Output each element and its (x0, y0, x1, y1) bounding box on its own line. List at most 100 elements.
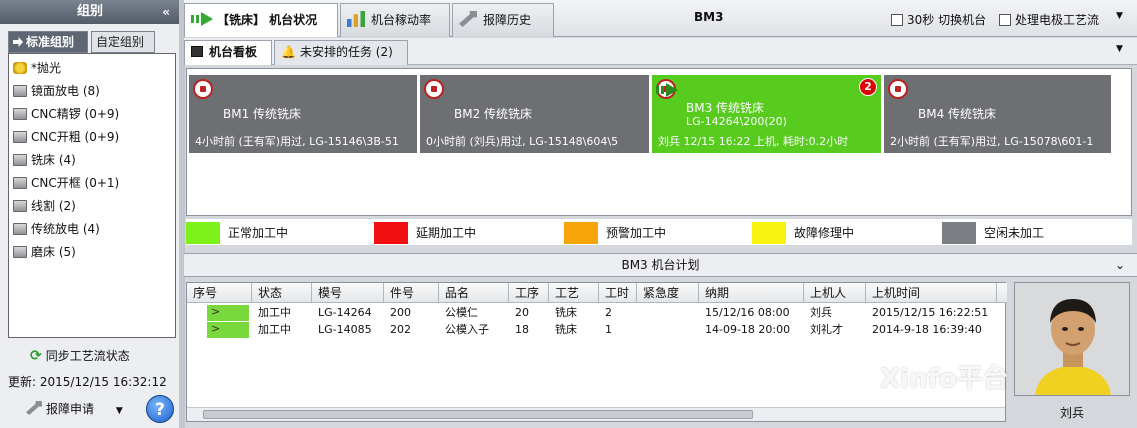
machine-icon (13, 200, 27, 212)
top-menu-arrow[interactable]: ▼ (1116, 11, 1123, 21)
cell-product: 公模入子 (445, 323, 489, 336)
group-item-cnc-rough[interactable]: CNC开粗 (0+9) (13, 127, 119, 147)
machine-last-use: 0小时前 (刘兵)用过, LG-15148\604\5 (426, 135, 619, 148)
monitor-icon (191, 46, 203, 57)
group-item-mirror-edm[interactable]: 镜面放电 (8) (13, 81, 100, 101)
main-tab-bar: 【铣床】 机台状况 机台稼动率 报障历史 BM3 30秒 切换机台 处理电极工艺… (184, 0, 1137, 37)
col-header[interactable]: 工序 (509, 283, 549, 303)
cell-state: 加工中 (258, 306, 291, 319)
bar-chart-icon (347, 11, 365, 27)
col-header[interactable]: 工时 (599, 283, 637, 303)
machine-status-icon (193, 79, 213, 99)
legend-swatch (942, 222, 976, 244)
machine-card-bm2[interactable]: BM2 传统铣床 0小时前 (刘兵)用过, LG-15148\604\5 (420, 75, 649, 153)
col-header[interactable]: 工艺 (549, 283, 599, 303)
legend-label: 预警加工中 (606, 226, 667, 240)
machine-icon (13, 223, 27, 235)
task-count-badge: 2 (859, 78, 877, 96)
update-time: 更新: 2015/12/15 16:32:12 (8, 375, 167, 389)
legend-label: 延期加工中 (416, 226, 477, 240)
legend-label: 正常加工中 (228, 226, 289, 240)
group-item-wire-cut[interactable]: 线割 (2) (13, 196, 76, 216)
group-item-milling[interactable]: 铣床 (4) (13, 150, 76, 170)
col-header[interactable]: 上机人 (804, 283, 866, 303)
arrow-right-icon (191, 12, 213, 26)
group-item-grinder[interactable]: 磨床 (5) (13, 242, 76, 262)
machine-card-bm4[interactable]: BM4 传统铣床 2小时前 (王有军)用过, LG-15078\601-1 (884, 75, 1111, 153)
arrow-right-icon (13, 37, 23, 47)
group-tabs: 标准组别 自定组别 (8, 31, 174, 53)
group-item-label: 铣床 (4) (31, 153, 76, 167)
col-header[interactable]: 纳期 (699, 283, 804, 303)
table-row[interactable]: > 加工中 LG-14085 202 公模入子 18 铣床 1 14-09-18… (187, 322, 1007, 338)
group-item-label: *抛光 (31, 61, 62, 75)
group-item-polish[interactable]: *抛光 (13, 58, 61, 78)
machine-status-icon (888, 79, 908, 99)
group-item-cnc-finish[interactable]: CNC精锣 (0+9) (13, 104, 119, 124)
collapse-icon[interactable]: « (162, 0, 170, 24)
legend-swatch (752, 222, 786, 244)
tab-utilization[interactable]: 机台稼动率 (340, 3, 450, 37)
sync-label: 同步工艺流状态 (45, 349, 130, 363)
tab-custom-groups[interactable]: 自定组别 (91, 31, 155, 53)
group-item-label: 镜面放电 (8) (31, 84, 100, 98)
row-state-marker: > (207, 322, 249, 338)
cell-mold: LG-14085 (318, 323, 372, 336)
col-header[interactable]: 件号 (384, 283, 439, 303)
cell-part: 202 (390, 323, 411, 336)
tab-fault-history[interactable]: 报障历史 (452, 3, 554, 37)
machine-card-bm1[interactable]: BM1 传统铣床 4小时前 (王有军)用过, LG-15146\3B-51 (189, 75, 417, 153)
machine-board: BM1 传统铣床 4小时前 (王有军)用过, LG-15146\3B-51 BM… (186, 68, 1132, 216)
cell-state: 加工中 (258, 323, 291, 336)
watermark: Xinfo平台 (880, 364, 1009, 394)
group-item-label: CNC开框 (0+1) (31, 176, 120, 190)
group-item-cnc-frame[interactable]: CNC开框 (0+1) (13, 173, 119, 193)
group-item-traditional-edm[interactable]: 传统放电 (4) (13, 219, 100, 239)
horizontal-scrollbar[interactable] (187, 407, 1005, 421)
cell-part: 200 (390, 306, 411, 319)
machine-icon (13, 154, 27, 166)
sync-button[interactable]: ⟳ 同步工艺流状态 (30, 346, 130, 366)
chevron-down-icon[interactable]: ⌄ (1115, 254, 1125, 276)
cell-mold: LG-14264 (318, 306, 372, 319)
sub-tab-bar: 机台看板 🔔 未安排的任务 (2) ▼ (184, 38, 1137, 65)
wrench-icon (26, 401, 42, 415)
tab-standard-groups[interactable]: 标准组别 (8, 31, 88, 53)
operator-name: 刘兵 (1059, 406, 1084, 420)
machine-card-bm3[interactable]: BM3 传统铣床 LG-14264\200(20) 刘兵 12/15 16:22… (652, 75, 881, 153)
col-header[interactable]: 紧急度 (637, 283, 699, 303)
col-header[interactable]: 状态 (252, 283, 312, 303)
dropdown-arrow-icon[interactable]: ▼ (116, 406, 123, 416)
tab-machine-board[interactable]: 机台看板 (184, 40, 272, 65)
group-panel-title: 组别 (76, 4, 103, 19)
legend-normal: 正常加工中 (186, 222, 288, 244)
tab-unscheduled-tasks[interactable]: 🔔 未安排的任务 (2) (274, 40, 408, 65)
cell-due: 15/12/16 08:00 (705, 306, 790, 319)
operator-photo (1014, 282, 1130, 396)
col-header[interactable]: 模号 (312, 283, 384, 303)
tab-fault-history-label: 报障历史 (483, 13, 532, 27)
col-header[interactable]: 上机时间 (866, 283, 997, 303)
tab-machine-status[interactable]: 【铣床】 机台状况 (184, 3, 338, 37)
auto-switch-checkbox[interactable]: 30秒 切换机台 (891, 11, 986, 28)
cell-urgency (637, 322, 699, 338)
help-button[interactable]: ? (146, 395, 174, 423)
legend-swatch (374, 222, 408, 244)
machine-icon (13, 131, 27, 143)
machine-status-icon (424, 79, 444, 99)
sub-menu-arrow[interactable]: ▼ (1116, 44, 1123, 54)
col-header[interactable]: 序号 (187, 283, 252, 303)
wrench-icon (459, 11, 477, 27)
machine-icon (13, 85, 27, 97)
table-row[interactable]: > 加工中 LG-14264 200 公模仁 20 铣床 2 15/12/16 … (187, 305, 1007, 321)
checkbox-box[interactable] (891, 14, 903, 26)
electrode-flow-checkbox[interactable]: 处理电极工艺流 (999, 11, 1099, 28)
machine-last-use: 4小时前 (王有军)用过, LG-15146\3B-51 (195, 135, 399, 148)
checkbox-box[interactable] (999, 14, 1011, 26)
report-fault-button[interactable]: 报障申请 ▼ (26, 398, 123, 420)
group-tree: *抛光 镜面放电 (8) CNC精锣 (0+9) CNC开粗 (0+9) 铣床 … (8, 53, 176, 338)
bell-icon: 🔔 (281, 45, 296, 59)
scroll-thumb[interactable] (203, 410, 753, 419)
col-header[interactable]: 品名 (439, 283, 509, 303)
machine-icon (13, 108, 27, 120)
